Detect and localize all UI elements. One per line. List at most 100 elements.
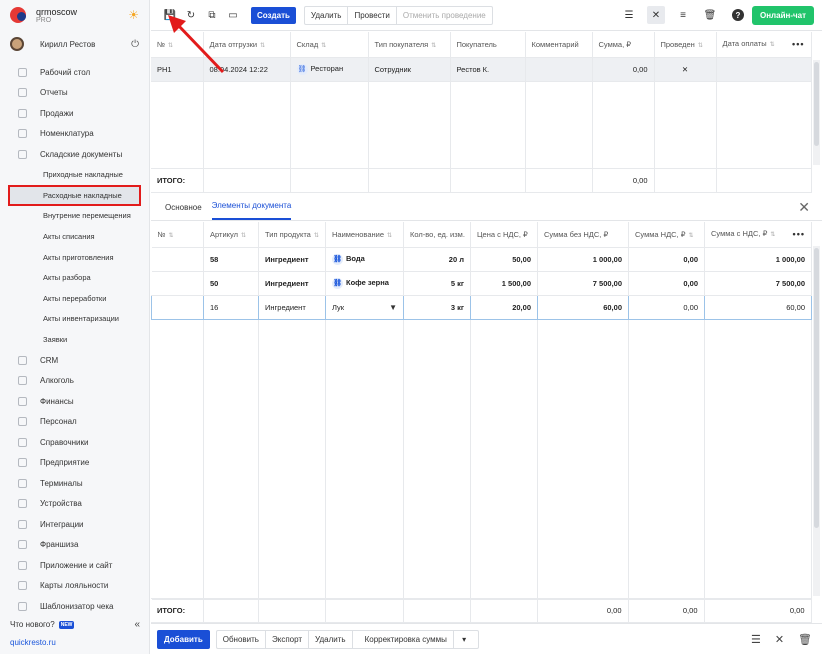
sidebar-item-crm[interactable]: CRM xyxy=(0,350,149,371)
link-icon[interactable]: ⛓ xyxy=(296,63,308,75)
edit-article-input[interactable]: 16 xyxy=(203,294,259,320)
sidebar-item-integrations[interactable]: Интеграции xyxy=(0,514,149,535)
col-header-article[interactable]: Артикул ⇅ xyxy=(203,222,259,248)
collapse-sidebar-icon[interactable]: « xyxy=(134,619,140,630)
col-header-product-type[interactable]: Тип продукта ⇅ xyxy=(258,222,326,248)
sidebar-item-enterprise[interactable]: Предприятие xyxy=(0,452,149,473)
col-header-comment[interactable]: Комментарий xyxy=(525,32,593,58)
items-header-row: № ⇅ Артикул ⇅ Тип продукта ⇅ Наименование ⇅ … xyxy=(151,222,812,248)
edit-cell-num[interactable] xyxy=(151,294,204,320)
edit-product-type-input[interactable]: Ингредиент xyxy=(258,294,326,320)
table-row[interactable]: 58 Ингредиент ⛓ Вода 20 л 50,00 1 000,00 … xyxy=(151,247,812,272)
tools-icon[interactable]: ✕ xyxy=(775,633,784,646)
power-icon[interactable]: ⏻ xyxy=(131,39,139,50)
online-chat-button[interactable]: Онлайн-чат xyxy=(751,5,814,25)
tools-icon[interactable]: ✕ xyxy=(646,6,665,24)
items-scrollbar[interactable] xyxy=(813,246,820,596)
sidebar-item-app-site[interactable]: Приложение и сайт xyxy=(0,555,149,576)
col-header-sum-vat[interactable]: Сумма с НДС, ₽ ⇅ ••• xyxy=(704,222,812,248)
refresh-button[interactable]: Обновить xyxy=(217,630,266,648)
sidebar-item-references[interactable]: Справочники xyxy=(0,432,149,453)
sidebar-item-finance[interactable]: Финансы xyxy=(0,391,149,412)
close-icon[interactable]: ✕ xyxy=(798,199,810,216)
cell-name: ⛓ Кофе зерна xyxy=(325,271,404,296)
delete-button[interactable]: Удалить xyxy=(305,6,349,24)
filter-settings-icon[interactable]: ☰ xyxy=(620,6,638,24)
unpost-button[interactable]: Отменить проведение xyxy=(397,7,492,24)
col-header-buyer-type[interactable]: Тип покупателя ⇅ xyxy=(368,32,451,58)
device-icon xyxy=(18,499,27,509)
col-header-num[interactable]: № ⇅ xyxy=(151,222,204,248)
col-header-qty[interactable]: Кол-во, ед. изм. xyxy=(403,222,471,248)
edit-vat-input[interactable]: 0,00 xyxy=(628,294,705,320)
trash-icon[interactable]: 🗑 xyxy=(798,633,812,646)
post-button[interactable]: Провести xyxy=(348,6,397,24)
sidebar-nav: Рабочий стол Отчеты Продажи Номенклатура… xyxy=(0,62,149,616)
add-button[interactable]: Добавить xyxy=(157,629,210,649)
chevron-down-icon[interactable]: ▼ xyxy=(389,303,397,312)
whats-new[interactable]: Что нового? NEW « xyxy=(10,619,140,630)
sidebar-sub-disassembly[interactable]: Акты разбора xyxy=(0,267,149,288)
col-header-price[interactable]: Цена с НДС, ₽ xyxy=(470,222,538,248)
sidebar-sub-writeoffs[interactable]: Акты списания xyxy=(0,226,149,247)
col-header-label: Цена с НДС, ₽ xyxy=(477,229,528,239)
sidebar-sub-cooking[interactable]: Акты приготовления xyxy=(0,247,149,268)
sidebar-item-staff[interactable]: Персонал xyxy=(0,411,149,432)
tab-document-items[interactable]: Элементы документа xyxy=(211,201,292,220)
sidebar-item-sales[interactable]: Продажи xyxy=(0,103,149,124)
delete-item-button[interactable]: Удалить xyxy=(309,630,353,648)
building-icon xyxy=(18,458,27,468)
site-link[interactable]: quickresto.ru xyxy=(10,638,56,647)
sidebar-sub-incoming[interactable]: Приходные накладные xyxy=(0,165,149,186)
sidebar-item-franchise[interactable]: Франшиза xyxy=(0,534,149,555)
sidebar-sub-outgoing[interactable]: Расходные накладные xyxy=(8,185,141,206)
edit-sum-no-vat-input[interactable]: 60,00 xyxy=(537,294,629,320)
documents-scrollbar[interactable] xyxy=(813,60,820,165)
cell-price: 1 500,00 xyxy=(470,271,538,296)
sidebar-sub-inventory[interactable]: Акты инвентаризации xyxy=(0,309,149,330)
sidebar-item-reports[interactable]: Отчеты xyxy=(0,83,149,104)
whats-new-label: Что нового? xyxy=(10,620,55,629)
sidebar-sub-processing[interactable]: Акты переработки xyxy=(0,288,149,309)
trash-icon[interactable]: 🗑 xyxy=(701,6,719,24)
sidebar-item-desktop[interactable]: Рабочий стол xyxy=(0,62,149,83)
filter-settings-icon[interactable]: ☰ xyxy=(751,633,761,646)
sidebar-item-devices[interactable]: Устройства xyxy=(0,493,149,514)
sidebar-item-alcohol[interactable]: Алкоголь xyxy=(0,370,149,391)
sidebar-item-receipt-template[interactable]: Шаблонизатор чека xyxy=(0,596,149,617)
col-header-sum-no-vat[interactable]: Сумма без НДС, ₽ xyxy=(537,222,629,248)
more-options-icon[interactable]: ••• xyxy=(792,39,804,49)
create-button[interactable]: Создать xyxy=(251,6,296,24)
table-row[interactable]: 50 Ингредиент ⛓ Кофе зерна 5 кг 1 500,00 … xyxy=(151,271,812,296)
sum-correction-dropdown[interactable]: Корректировка суммы ▾ xyxy=(353,630,479,648)
sidebar-item-warehouse-docs[interactable]: Складские документы xyxy=(0,144,149,165)
col-header-posted[interactable]: Проведен ⇅ xyxy=(654,32,717,58)
sidebar-sub-requests[interactable]: Заявки xyxy=(0,329,149,350)
list-icon[interactable]: ≡ xyxy=(674,6,692,24)
tab-main[interactable]: Основное xyxy=(165,203,202,220)
col-header-warehouse[interactable]: Склад ⇅ xyxy=(290,32,369,58)
edit-qty-input[interactable]: 3 кг xyxy=(403,294,471,320)
sidebar-sub-transfers[interactable]: Внутрение перемещения xyxy=(0,206,149,227)
sidebar-item-loyalty[interactable]: Карты лояльности xyxy=(0,575,149,596)
user-profile[interactable]: Кирилл Рестов ⏻ xyxy=(0,30,149,58)
col-header-buyer[interactable]: Покупатель xyxy=(450,32,526,58)
edit-price-input[interactable]: 20,00 xyxy=(470,294,538,320)
sun-icon[interactable]: ☀ xyxy=(128,8,139,22)
help-icon[interactable]: ? xyxy=(731,9,744,21)
export-button[interactable]: Экспорт xyxy=(266,630,310,648)
table-row[interactable]: РН1 08.04.2024 12:22 ⛓ Ресторан Сотрудник… xyxy=(151,57,812,82)
brand-header[interactable]: qrmoscow PRO ☀ xyxy=(0,0,149,30)
sidebar-item-terminals[interactable]: Терминалы xyxy=(0,473,149,494)
col-header-vat[interactable]: Сумма НДС, ₽ ⇅ xyxy=(628,222,705,248)
link-icon[interactable]: ⛓ xyxy=(332,253,343,265)
more-options-icon[interactable]: ••• xyxy=(793,229,805,239)
col-header-name[interactable]: Наименование ⇅ xyxy=(325,222,404,248)
sidebar-item-nomenclature[interactable]: Номенклатура xyxy=(0,124,149,145)
edit-sum-vat-input[interactable]: 60,00 xyxy=(704,294,812,320)
edit-row[interactable]: 16 Ингредиент Лук ▼ 3 кг 20,00 60,00 0,00… xyxy=(151,294,812,320)
edit-name-select[interactable]: Лук ▼ xyxy=(325,294,404,320)
link-icon[interactable]: ⛓ xyxy=(332,277,343,289)
col-header-pay-date[interactable]: Дата оплаты ⇅ ••• xyxy=(716,32,812,58)
col-header-sum[interactable]: Сумма, ₽ xyxy=(592,32,655,58)
